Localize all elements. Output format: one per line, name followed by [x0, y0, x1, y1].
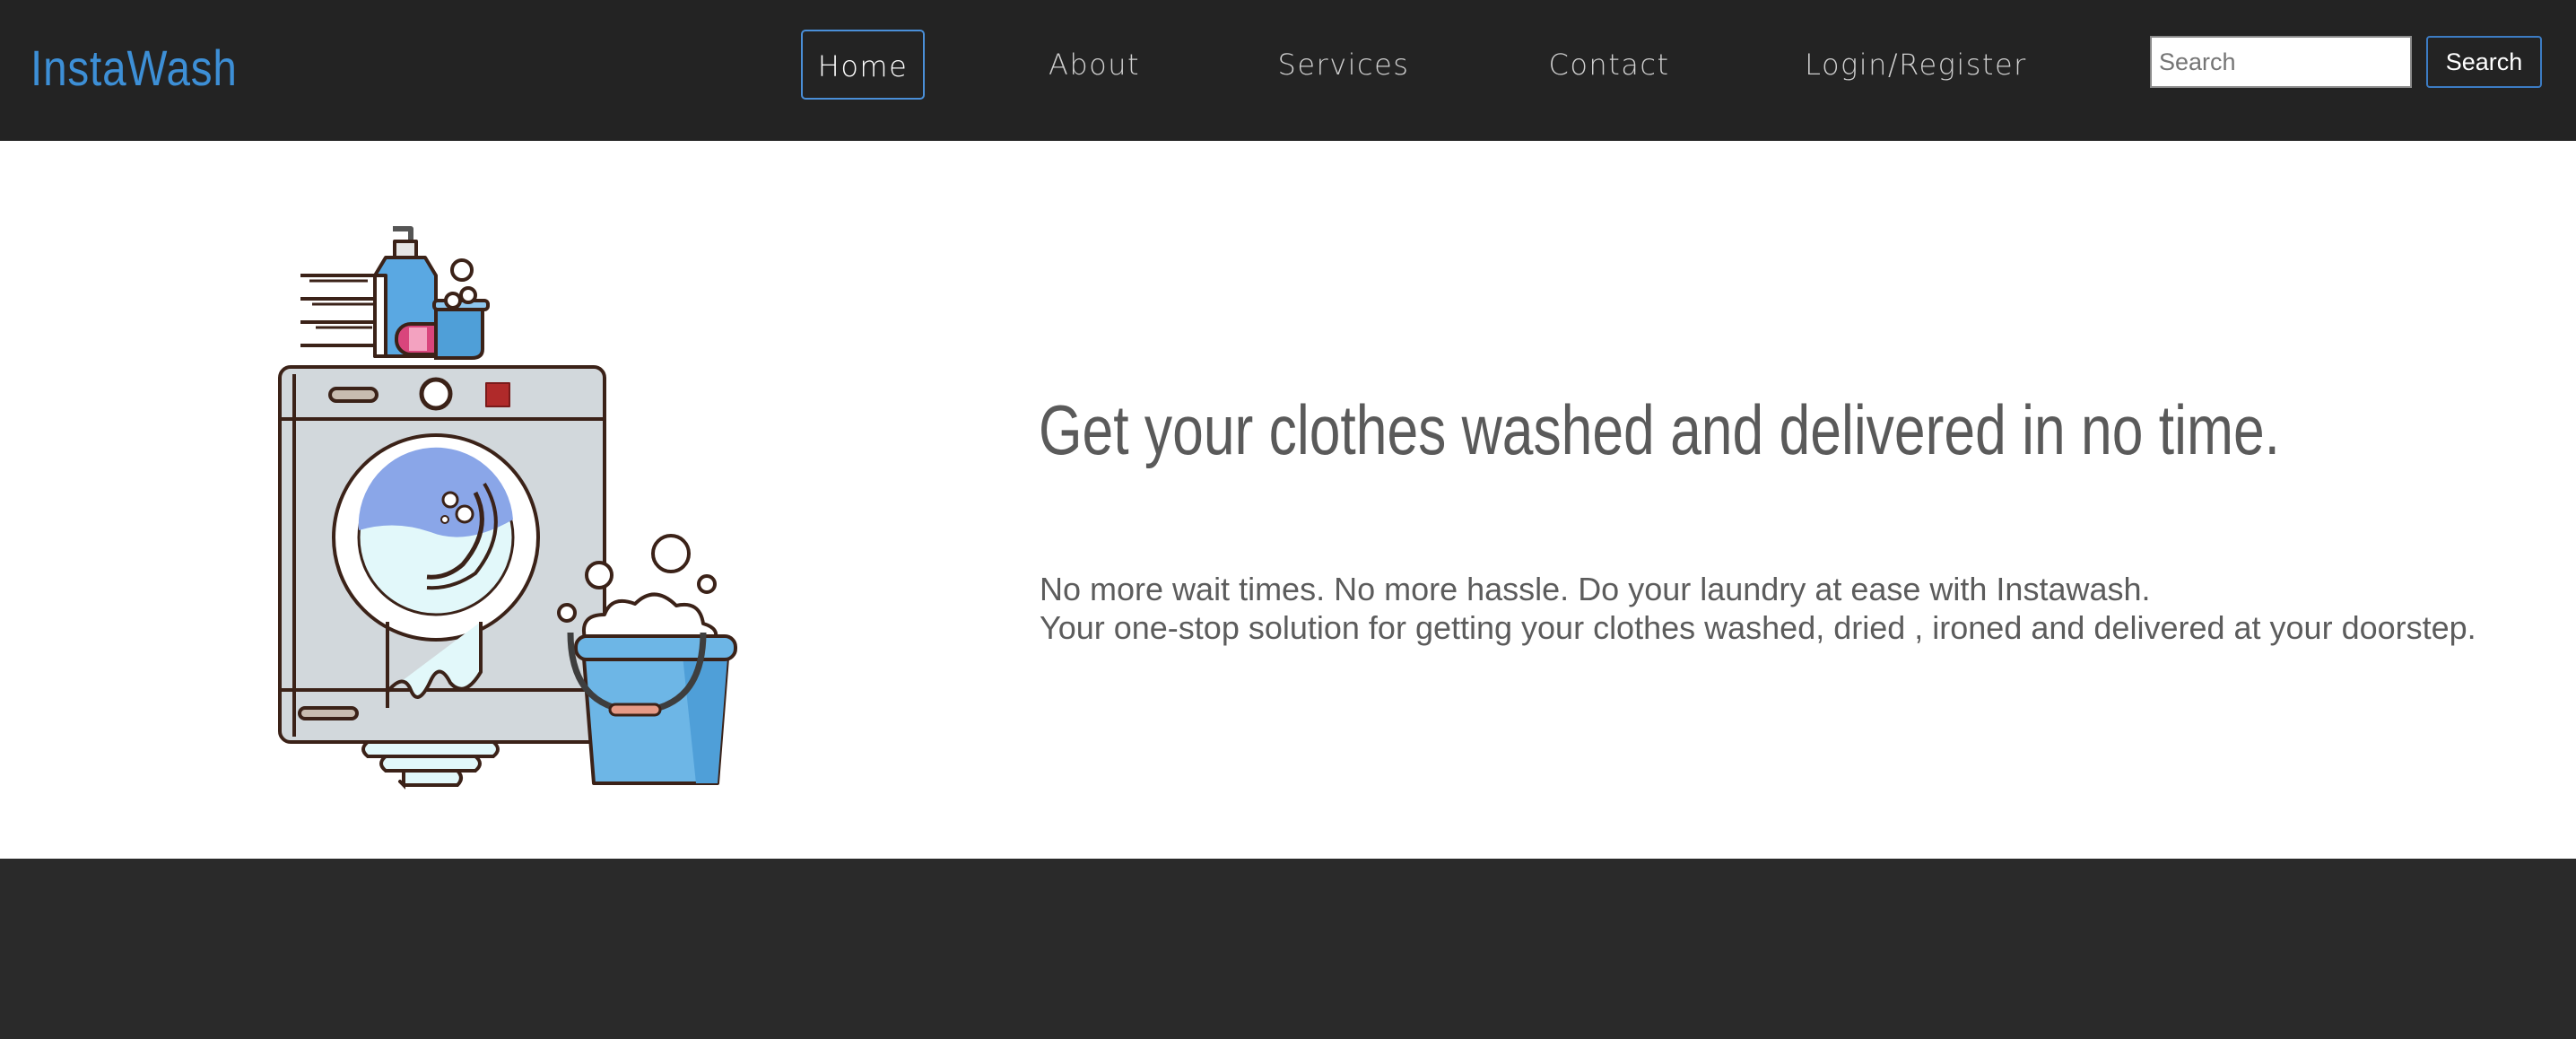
water-puddle-icon [361, 740, 500, 790]
hero-section: Get your clothes washed and delivered in… [0, 141, 2576, 859]
washing-machine-icon [278, 365, 606, 744]
washing-machine-illustration [278, 226, 737, 790]
hero-description: No more wait times. No more hassle. Do y… [1040, 570, 2476, 647]
navbar: InstaWash Home About Services Contact Lo… [0, 0, 2576, 141]
nav-services[interactable]: Services [1267, 30, 1420, 100]
search-input[interactable] [2150, 36, 2412, 88]
bucket-icon [557, 534, 737, 785]
hero-line-1: No more wait times. No more hassle. Do y… [1040, 571, 2151, 607]
hero-line-2: Your one-stop solution for getting your … [1040, 609, 2476, 646]
footer [0, 859, 2576, 1039]
nav-contact[interactable]: Contact [1537, 30, 1681, 100]
nav-about[interactable]: About [1030, 30, 1159, 100]
nav-home[interactable]: Home [801, 30, 925, 100]
nav-login-register[interactable]: Login/Register [1799, 30, 2032, 100]
search-button[interactable]: Search [2426, 36, 2542, 88]
basin-icon [432, 258, 490, 360]
hero-heading: Get your clothes washed and delivered in… [1039, 390, 2280, 469]
brand-logo[interactable]: InstaWash [30, 36, 238, 100]
